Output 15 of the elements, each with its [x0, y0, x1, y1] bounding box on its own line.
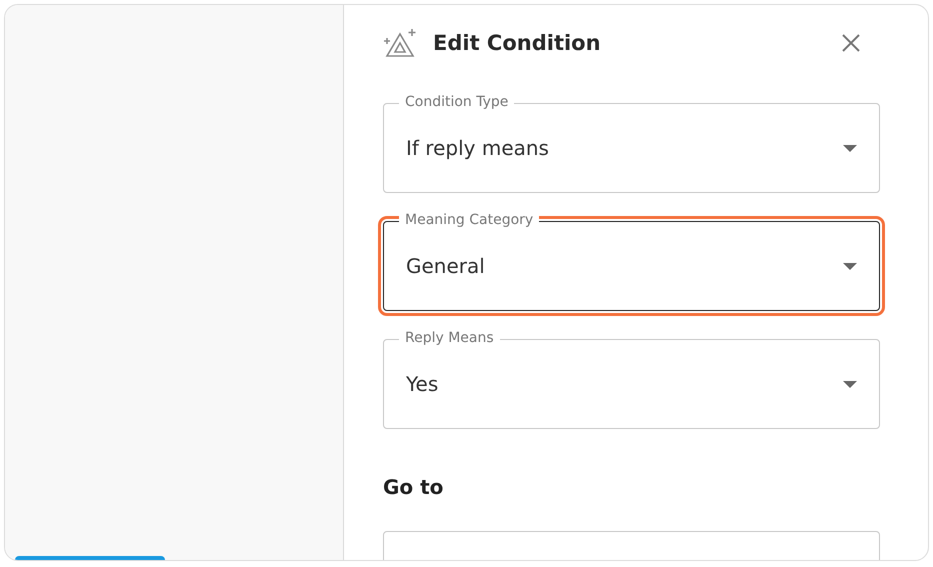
panel-title: Edit Condition	[433, 31, 602, 55]
field-value: Yes	[406, 372, 440, 396]
field-label: Meaning Category	[399, 211, 540, 229]
field-label: Condition Type	[399, 93, 514, 111]
field-label: Reply Means	[399, 329, 500, 347]
select-field[interactable]: Condition Type If reply means	[383, 93, 880, 193]
caret-icon	[843, 144, 857, 152]
field-value: General	[406, 254, 486, 278]
section-heading: Go to	[383, 475, 444, 499]
caret-icon	[843, 380, 857, 388]
close-icon	[840, 32, 862, 54]
field-value: If reply means	[406, 136, 550, 160]
select-field[interactable]: Reply Means Yes	[383, 329, 880, 429]
select-field[interactable]: Meaning Category General	[383, 211, 880, 311]
caret-icon	[843, 262, 857, 270]
